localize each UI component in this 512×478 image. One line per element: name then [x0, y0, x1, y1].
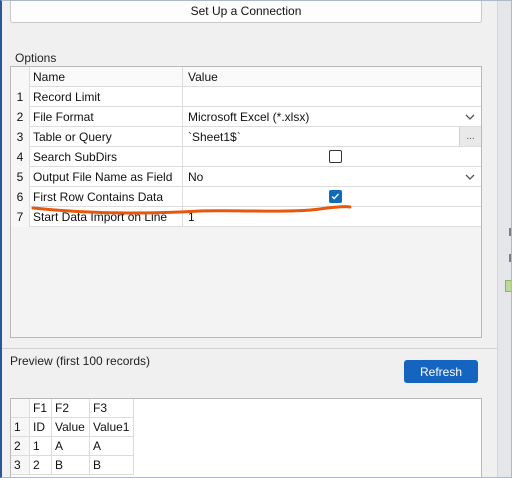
row-number: 3	[11, 127, 30, 147]
table-query-value: `Sheet1$`	[188, 130, 241, 144]
chevron-down-icon	[465, 174, 475, 180]
browse-button[interactable]: ...	[459, 127, 481, 146]
table-cell: B	[90, 456, 134, 475]
options-section-title: Options	[15, 51, 57, 65]
preview-title: Preview (first 100 records)	[10, 354, 151, 368]
table-cell: Value	[52, 418, 90, 437]
option-row-file-format: 2 File Format Microsoft Excel (*.xlsx)	[11, 107, 481, 127]
setup-connection-button[interactable]: Set Up a Connection	[10, 0, 482, 23]
search-subdirs-checkbox[interactable]	[329, 150, 342, 163]
option-label: First Row Contains Data	[30, 187, 183, 207]
preview-grid: F1 F2 F3 1 ID Value Value1 2 1 A A 3 2 B…	[10, 398, 482, 478]
checkmark-icon	[331, 193, 339, 200]
value-column-header: Value	[188, 70, 218, 84]
option-row-table-query: 3 Table or Query `Sheet1$` ...	[11, 127, 481, 147]
table-cell: A	[90, 437, 134, 456]
option-label: Table or Query	[30, 127, 183, 147]
output-filename-select[interactable]: No	[183, 167, 481, 187]
file-format-select[interactable]: Microsoft Excel (*.xlsx)	[183, 107, 481, 127]
record-limit-input[interactable]	[183, 87, 481, 107]
chevron-down-icon	[465, 114, 475, 120]
start-import-line-input[interactable]: 1	[183, 207, 481, 227]
row-number: 4	[11, 147, 30, 167]
column-header[interactable]: F2	[52, 399, 90, 418]
option-label: Search SubDirs	[30, 147, 183, 167]
option-row-start-import-line: 7 Start Data Import on Line 1	[11, 207, 481, 227]
table-cell: 1	[30, 437, 52, 456]
row-number: 1	[11, 87, 30, 107]
column-header[interactable]: F1	[30, 399, 52, 418]
adjacent-panel	[497, 0, 512, 478]
table-cell: 2	[30, 456, 52, 475]
row-number: 3	[11, 456, 30, 475]
name-column-header: Name	[30, 67, 183, 87]
file-format-value: Microsoft Excel (*.xlsx)	[188, 110, 310, 124]
panel-status-indicator	[505, 280, 512, 292]
option-row-search-subdirs: 4 Search SubDirs	[11, 147, 481, 167]
options-header-row: Name Value	[11, 67, 481, 87]
table-cell: Value1	[90, 418, 134, 437]
table-cell: A	[52, 437, 90, 456]
option-label: Record Limit	[30, 87, 183, 107]
row-number: 6	[11, 187, 30, 207]
table-cell: ID	[30, 418, 52, 437]
output-filename-value: No	[188, 170, 204, 184]
option-label: Output File Name as Field	[30, 167, 183, 187]
row-number: 7	[11, 207, 30, 227]
row-number: 5	[11, 167, 30, 187]
row-number: 1	[11, 418, 30, 437]
options-grid: Name Value 1 Record Limit 2 File Format …	[10, 66, 482, 338]
row-number: 2	[11, 107, 30, 127]
refresh-label: Refresh	[419, 364, 463, 379]
table-cell: B	[52, 456, 90, 475]
table-query-input[interactable]: `Sheet1$` ...	[183, 127, 481, 147]
option-label: File Format	[30, 107, 183, 127]
option-row-record-limit: 1 Record Limit	[11, 87, 481, 107]
option-row-output-filename: 5 Output File Name as Field No	[11, 167, 481, 187]
option-label: Start Data Import on Line	[30, 207, 183, 227]
setup-connection-label: Set Up a Connection	[190, 4, 302, 18]
first-row-data-checkbox[interactable]	[329, 190, 342, 203]
refresh-button[interactable]: Refresh	[404, 360, 478, 383]
column-header[interactable]: F3	[90, 399, 134, 418]
option-row-first-row-data: 6 First Row Contains Data	[11, 187, 481, 207]
row-number: 2	[11, 437, 30, 456]
section-divider	[0, 348, 497, 349]
